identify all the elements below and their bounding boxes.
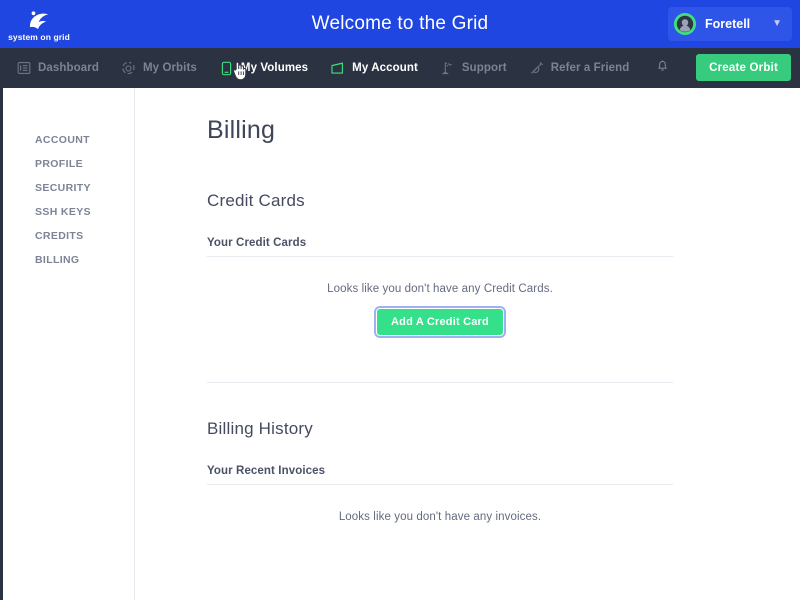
nav-label-my-volumes: My Volumes: [240, 62, 309, 74]
nav-item-my-orbits[interactable]: My Orbits: [121, 48, 197, 88]
nav-item-dashboard[interactable]: Dashboard: [16, 48, 99, 88]
sidebar-item-security[interactable]: SECURITY: [3, 176, 134, 200]
sidebar-item-account[interactable]: ACCOUNT: [3, 128, 134, 152]
top-header: system on grid Welcome to the Grid Foret…: [0, 0, 800, 48]
flag-icon: [440, 61, 455, 76]
settings-sidebar: ACCOUNT PROFILE SECURITY SSH KEYS CREDIT…: [3, 88, 135, 600]
section-divider: [207, 382, 673, 383]
avatar: [674, 13, 696, 35]
orbit-icon: [121, 61, 136, 76]
nav-item-refer-a-friend[interactable]: Refer a Friend: [529, 48, 630, 88]
user-menu[interactable]: Foretell ▼: [668, 7, 792, 41]
nav-label-support: Support: [461, 62, 507, 74]
nav-label-my-account: My Account: [352, 62, 418, 74]
sidebar-item-credits[interactable]: CREDITS: [3, 224, 134, 248]
sidebar-item-billing[interactable]: BILLING: [3, 248, 134, 272]
credit-cards-empty-message: Looks like you don't have any Credit Car…: [327, 283, 553, 295]
nav-item-support[interactable]: Support: [440, 48, 507, 88]
chevron-down-icon[interactable]: ▼: [758, 19, 782, 29]
credit-cards-section-title: Credit Cards: [207, 191, 305, 210]
user-name: Foretell: [705, 17, 751, 31]
page-title: Billing: [207, 116, 276, 144]
notifications-button[interactable]: [651, 48, 673, 88]
create-orbit-button[interactable]: Create Orbit: [696, 54, 791, 81]
billing-history-section-title: Billing History: [207, 419, 313, 438]
billing-history-section: Billing History Your Recent Invoices Loo…: [207, 419, 673, 523]
nav-label-dashboard: Dashboard: [38, 62, 99, 74]
main-navbar: Dashboard My Orbits My Volumes My Accoun…: [0, 48, 800, 88]
bell-icon: [656, 58, 669, 78]
brand-logo[interactable]: system on grid: [0, 0, 78, 48]
nav-label-my-orbits: My Orbits: [142, 62, 197, 74]
sidebar-item-profile[interactable]: PROFILE: [3, 152, 134, 176]
brand-name: system on grid: [8, 31, 70, 42]
dashboard-icon: [16, 61, 31, 76]
page-body: ACCOUNT PROFILE SECURITY SSH KEYS CREDIT…: [0, 88, 800, 600]
app-root: system on grid Welcome to the Grid Foret…: [0, 0, 800, 600]
account-icon: [330, 61, 345, 76]
invoices-empty-message: Looks like you don't have any invoices.: [338, 511, 542, 523]
credit-cards-empty-state: Looks like you don't have any Credit Car…: [207, 257, 673, 338]
volume-icon: [219, 61, 234, 76]
credit-cards-subhead: Your Credit Cards: [207, 237, 673, 257]
sidebar-item-ssh-keys[interactable]: SSH KEYS: [3, 200, 134, 224]
main-content: Billing Credit Cards Your Credit Cards L…: [136, 88, 800, 600]
nav-item-my-volumes[interactable]: My Volumes: [219, 48, 308, 88]
nav-item-my-account[interactable]: My Account: [330, 48, 418, 88]
add-credit-card-button[interactable]: Add A Credit Card: [374, 306, 506, 338]
credit-cards-section: Credit Cards Your Credit Cards Looks lik…: [207, 191, 673, 338]
nav-label-refer-a-friend: Refer a Friend: [550, 62, 630, 74]
billing-history-subhead: Your Recent Invoices: [207, 465, 673, 485]
sog-swoosh-logo-icon: [26, 9, 52, 31]
invoices-empty-state: Looks like you don't have any invoices.: [207, 485, 673, 523]
satellite-icon: [529, 61, 544, 76]
